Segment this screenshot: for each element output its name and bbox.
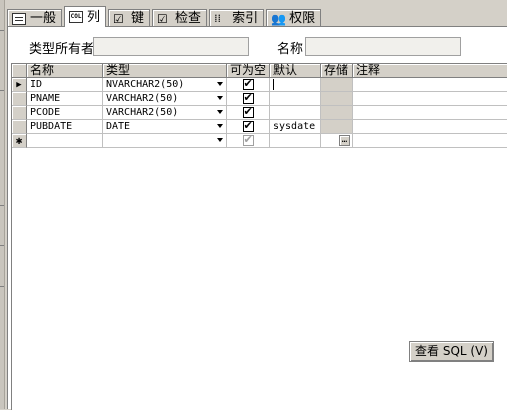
nullable-checkbox[interactable] [242, 134, 254, 147]
header-nullable[interactable]: 可为空 [227, 64, 270, 77]
permission-icon: 👥 [271, 11, 287, 26]
cell-type[interactable]: VARCHAR2(50) [103, 92, 227, 106]
header-storage[interactable]: 存储 [321, 64, 353, 77]
header-indicator [12, 64, 27, 77]
header-comment[interactable]: 注释 [353, 64, 507, 77]
cell-default[interactable] [270, 92, 321, 106]
header-default[interactable]: 默认 [270, 64, 321, 77]
row-indicator[interactable] [12, 106, 27, 120]
cell-comment[interactable] [353, 134, 507, 148]
name-field[interactable] [305, 37, 461, 56]
tab-columns-label: 列 [87, 9, 101, 25]
new-row[interactable]: ✱ … [12, 134, 507, 148]
nullable-checkbox[interactable] [242, 106, 254, 119]
cell-type-text: NVARCHAR2(50) [106, 79, 185, 90]
cell-storage[interactable] [321, 92, 353, 106]
cell-default[interactable] [270, 134, 321, 148]
type-owner-field[interactable] [93, 37, 249, 56]
cell-name[interactable]: PCODE [27, 106, 103, 120]
cell-name[interactable] [27, 134, 103, 148]
cell-name[interactable]: ID [27, 78, 103, 92]
cell-name[interactable]: PUBDATE [27, 120, 103, 134]
table-row[interactable]: PCODE VARCHAR2(50) [12, 106, 507, 120]
tab-permissions-label: 权限 [289, 11, 316, 26]
cell-nullable [227, 92, 270, 106]
tab-keys-label: 键 [131, 11, 145, 26]
cell-type[interactable]: DATE [103, 120, 227, 134]
cell-nullable [227, 134, 270, 148]
new-row-indicator[interactable]: ✱ [12, 134, 27, 148]
dropdown-arrow-icon[interactable] [217, 110, 223, 114]
dropdown-arrow-icon[interactable] [217, 82, 223, 86]
tab-checks-label: 检查 [175, 11, 202, 26]
tab-general-label: 一般 [30, 11, 57, 26]
key-icon: ☑ [113, 11, 124, 26]
tab-bar: 一般 COL 列 ☑ 键 ☑ 检查 ⁞⁞ 索引 👥 权限 [7, 5, 323, 27]
tab-permissions[interactable]: 👥 权限 [266, 9, 322, 27]
cell-type-text: DATE [106, 121, 131, 132]
left-splitter[interactable] [0, 0, 5, 409]
nullable-checkbox[interactable] [242, 78, 254, 91]
cell-nullable [227, 106, 270, 120]
cell-type[interactable]: NVARCHAR2(50) [103, 78, 227, 92]
table-row[interactable]: ▶ ID NVARCHAR2(50) [12, 78, 507, 92]
cell-type-text: VARCHAR2(50) [106, 107, 179, 118]
row-indicator[interactable] [12, 92, 27, 106]
dropdown-arrow-icon[interactable] [217, 124, 223, 128]
column-icon: COL [69, 11, 84, 23]
storage-ellipsis-button[interactable]: … [339, 135, 350, 146]
cell-type-text: VARCHAR2(50) [106, 93, 179, 104]
cell-nullable [227, 120, 270, 134]
view-sql-button[interactable]: 查看 SQL (V) [409, 341, 494, 362]
tab-indexes-label: 索引 [232, 11, 259, 26]
table-row[interactable]: PUBDATE DATE sysdate [12, 120, 507, 134]
cell-storage[interactable]: … [321, 134, 353, 148]
general-icon [12, 12, 26, 25]
cell-comment[interactable] [353, 106, 507, 120]
cell-default[interactable] [270, 78, 321, 92]
tab-columns[interactable]: COL 列 [64, 6, 107, 27]
cell-default[interactable] [270, 106, 321, 120]
name-label: 名称 [277, 42, 304, 57]
tab-general[interactable]: 一般 [7, 9, 63, 27]
dropdown-arrow-icon[interactable] [217, 96, 223, 100]
cell-comment[interactable] [353, 120, 507, 134]
tab-checks[interactable]: ☑ 检查 [152, 9, 208, 27]
text-caret [273, 79, 274, 90]
row-indicator[interactable]: ▶ [12, 78, 27, 92]
cell-type[interactable] [103, 134, 227, 148]
cell-type[interactable]: VARCHAR2(50) [103, 106, 227, 120]
row-indicator[interactable] [12, 120, 27, 134]
check-icon: ☑ [157, 11, 168, 26]
tab-indexes[interactable]: ⁞⁞ 索引 [209, 9, 265, 27]
cell-storage[interactable] [321, 120, 353, 134]
header-name[interactable]: 名称 [27, 64, 103, 77]
dropdown-arrow-icon[interactable] [217, 138, 223, 142]
index-icon: ⁞⁞ [214, 11, 222, 25]
nullable-checkbox[interactable] [242, 120, 254, 133]
cell-nullable [227, 78, 270, 92]
header-type[interactable]: 类型 [103, 64, 227, 77]
cell-default[interactable]: sysdate [270, 120, 321, 134]
table-row[interactable]: PNAME VARCHAR2(50) [12, 92, 507, 106]
tab-keys[interactable]: ☑ 键 [108, 9, 151, 27]
cell-comment[interactable] [353, 92, 507, 106]
cell-comment[interactable] [353, 78, 507, 92]
cell-storage[interactable] [321, 78, 353, 92]
cell-name[interactable]: PNAME [27, 92, 103, 106]
nullable-checkbox[interactable] [242, 92, 254, 105]
cell-storage[interactable] [321, 106, 353, 120]
type-owner-label: 类型所有者 [29, 42, 95, 57]
grid-header: 名称 类型 可为空 默认 存储 注释 [12, 64, 507, 78]
